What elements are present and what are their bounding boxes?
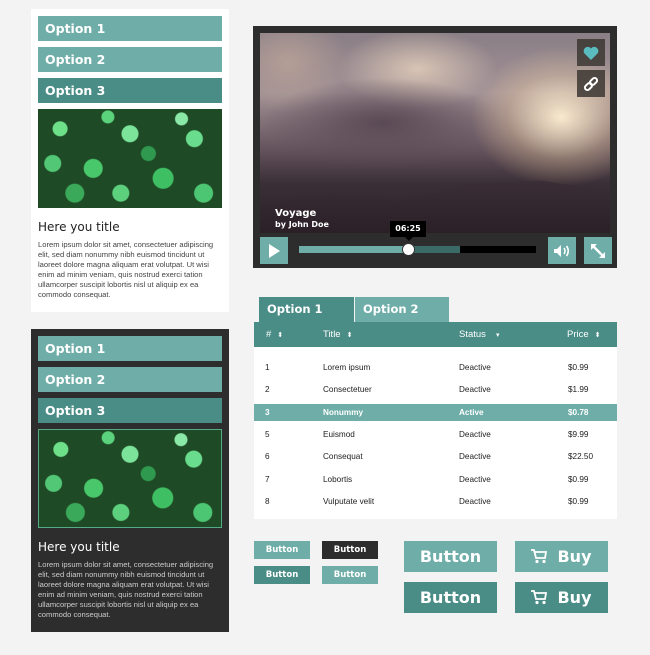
table-row[interactable]: 5 Euismod Deactive $9.99 bbox=[254, 426, 617, 443]
card-image bbox=[38, 429, 222, 528]
cell-status: Deactive bbox=[459, 474, 491, 484]
cell-num: 6 bbox=[265, 452, 270, 462]
small-button-dark[interactable]: Button bbox=[254, 566, 310, 584]
column-header-number[interactable]: # ⬍ bbox=[266, 322, 283, 348]
cell-title: Vulputate velit bbox=[323, 496, 375, 506]
cell-title: Nonummy bbox=[323, 407, 364, 417]
share-link-button[interactable] bbox=[577, 70, 605, 97]
fullscreen-icon bbox=[591, 243, 605, 258]
cell-price: $0.99 bbox=[568, 474, 589, 484]
time-tooltip: 06:25 bbox=[390, 221, 427, 241]
fullscreen-button[interactable] bbox=[584, 237, 612, 264]
table-row[interactable]: 7 Lobortis Deactive $0.99 bbox=[254, 471, 617, 488]
light-option-1[interactable]: Option 1 bbox=[38, 16, 222, 41]
data-table: # ⬍ Title ⬍ Status ▾ Price ⬍ 1 Lorem ipsum Dea… bbox=[254, 322, 617, 519]
tab-option-1[interactable]: Option 1 bbox=[259, 297, 354, 323]
cell-num: 3 bbox=[265, 407, 270, 417]
cell-status: Deactive bbox=[459, 429, 491, 439]
play-icon bbox=[269, 243, 280, 258]
dropdown-icon: ▾ bbox=[495, 332, 500, 339]
large-button-light[interactable]: Button bbox=[404, 541, 497, 572]
cart-icon bbox=[531, 590, 548, 605]
tab-option-2[interactable]: Option 2 bbox=[355, 297, 449, 323]
table-row[interactable]: 2 Consectetuer Deactive $1.99 bbox=[254, 381, 617, 398]
cell-price: $0.99 bbox=[568, 363, 589, 372]
small-button-black[interactable]: Button bbox=[322, 541, 378, 559]
cell-num: 2 bbox=[265, 385, 270, 395]
sort-icon: ⬍ bbox=[346, 332, 353, 339]
cell-title: Consectetuer bbox=[323, 385, 372, 395]
volume-button[interactable] bbox=[548, 237, 576, 264]
volume-icon bbox=[554, 244, 570, 257]
cell-num: 8 bbox=[265, 496, 270, 506]
column-header-title[interactable]: Title ⬍ bbox=[323, 322, 352, 348]
played-bar bbox=[299, 246, 409, 253]
cell-title: Euismod bbox=[323, 429, 355, 439]
light-option-2[interactable]: Option 2 bbox=[38, 47, 222, 72]
dark-option-3[interactable]: Option 3 bbox=[38, 398, 222, 423]
sort-icon: ⬍ bbox=[594, 332, 601, 339]
table-row[interactable]: 6 Consequat Deactive $22.50 bbox=[254, 448, 617, 465]
small-button-light[interactable]: Button bbox=[254, 541, 310, 559]
card-body: Lorem ipsum dolor sit amet, consectetuer… bbox=[38, 240, 214, 299]
dark-option-1[interactable]: Option 1 bbox=[38, 336, 222, 361]
cart-icon bbox=[531, 549, 548, 564]
column-header-price[interactable]: Price ⬍ bbox=[567, 322, 601, 348]
cell-status: Deactive bbox=[459, 496, 491, 506]
video-title: Voyage bbox=[275, 208, 317, 219]
progress-bar[interactable]: 06:25 bbox=[299, 221, 536, 256]
cell-status: Active bbox=[459, 407, 484, 417]
sort-icon: ⬍ bbox=[277, 332, 284, 339]
cell-title: Lorem ipsum bbox=[323, 363, 371, 372]
dark-card: Option 1 Option 2 Option 3 Here you titl… bbox=[31, 329, 229, 632]
link-icon bbox=[583, 76, 599, 91]
cell-title: Lobortis bbox=[323, 474, 353, 484]
light-card: Option 1 Option 2 Option 3 Here you titl… bbox=[31, 9, 229, 312]
large-button-dark[interactable]: Button bbox=[404, 582, 497, 613]
cell-status: Deactive bbox=[459, 363, 491, 372]
play-button[interactable] bbox=[260, 237, 288, 264]
cell-price: $0.78 bbox=[568, 407, 589, 417]
table-row[interactable]: 8 Vulputate velit Deactive $0.99 bbox=[254, 493, 617, 510]
card-body: Lorem ipsum dolor sit amet, consectetuer… bbox=[38, 560, 214, 619]
table-row-selected[interactable]: 3 Nonummy Active $0.78 bbox=[254, 403, 617, 421]
table-header: # ⬍ Title ⬍ Status ▾ Price ⬍ bbox=[254, 322, 617, 347]
video-author: by John Doe bbox=[275, 220, 329, 229]
progress-handle[interactable] bbox=[402, 243, 416, 256]
cell-num: 7 bbox=[265, 474, 270, 484]
favorite-button[interactable] bbox=[577, 39, 605, 66]
table-row[interactable]: 1 Lorem ipsum Deactive $0.99 bbox=[254, 359, 617, 376]
card-title: Here you title bbox=[38, 540, 120, 554]
cell-title: Consequat bbox=[323, 452, 363, 462]
cell-num: 1 bbox=[265, 363, 270, 372]
video-frame[interactable]: Voyage by John Doe bbox=[260, 33, 610, 233]
card-title: Here you title bbox=[38, 220, 120, 234]
cell-num: 5 bbox=[265, 429, 270, 439]
cell-status: Deactive bbox=[459, 452, 491, 462]
dark-option-2[interactable]: Option 2 bbox=[38, 367, 222, 392]
card-image bbox=[38, 109, 222, 208]
cell-price: $9.99 bbox=[568, 429, 589, 439]
buy-button-light[interactable]: Buy bbox=[515, 541, 608, 572]
cell-price: $0.99 bbox=[568, 496, 589, 506]
buy-button-dark[interactable]: Buy bbox=[515, 582, 608, 613]
column-header-status[interactable]: Status ▾ bbox=[459, 322, 499, 348]
cell-status: Deactive bbox=[459, 385, 491, 395]
cell-price: $22.50 bbox=[568, 452, 594, 462]
small-button-light-2[interactable]: Button bbox=[322, 566, 378, 584]
light-option-3[interactable]: Option 3 bbox=[38, 78, 222, 103]
heart-icon bbox=[583, 46, 599, 60]
video-player: Voyage by John Doe 06:25 bbox=[253, 26, 617, 268]
cell-price: $1.99 bbox=[568, 385, 589, 395]
